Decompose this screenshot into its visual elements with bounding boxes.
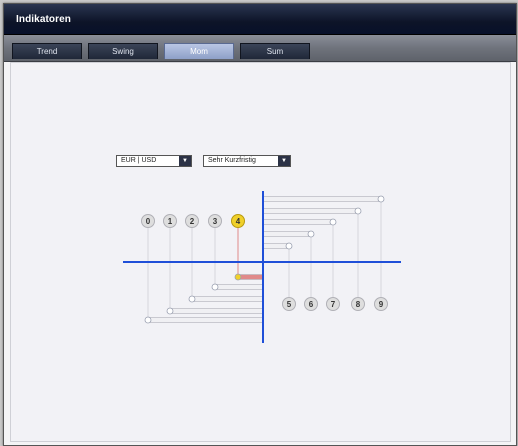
title-bar: Indikatoren bbox=[4, 4, 516, 35]
tab-mom[interactable]: Mom bbox=[164, 43, 234, 59]
momentum-bar bbox=[262, 231, 312, 237]
momentum-bar bbox=[214, 284, 264, 290]
indicator-marker-label: 7 bbox=[331, 300, 336, 309]
bar-end-dot bbox=[354, 207, 362, 215]
indicator-marker-label: 1 bbox=[168, 217, 173, 226]
tab-trend[interactable]: Trend bbox=[12, 43, 82, 59]
momentum-bar bbox=[262, 219, 334, 225]
bar-end-dot bbox=[307, 230, 315, 238]
indicator-marker-label: 5 bbox=[287, 300, 292, 309]
momentum-bar bbox=[262, 196, 382, 202]
momentum-bar bbox=[169, 308, 264, 314]
indicator-marker-label: 8 bbox=[356, 300, 361, 309]
tab-swing[interactable]: Swing bbox=[88, 43, 158, 59]
indicator-marker-label: 3 bbox=[213, 217, 218, 226]
momentum-bar bbox=[237, 274, 264, 280]
momentum-diagram: 0 1 2 3 4 5 6 7 8 9 bbox=[123, 191, 401, 343]
bar-end-dot bbox=[166, 307, 174, 315]
indicators-window: Indikatoren Trend Swing Mom Sum EUR | US… bbox=[3, 3, 517, 446]
window-title: Indikatoren bbox=[16, 14, 71, 25]
indicator-marker-label: 9 bbox=[379, 300, 384, 309]
momentum-bar bbox=[147, 317, 264, 323]
indicator-marker-label: 4 bbox=[236, 217, 241, 226]
bar-end-dot bbox=[377, 195, 385, 203]
tab-bar: Trend Swing Mom Sum bbox=[4, 35, 516, 62]
indicator-marker-label: 0 bbox=[146, 217, 151, 226]
bar-end-dot bbox=[329, 218, 337, 226]
indicator-marker-label: 6 bbox=[309, 300, 314, 309]
bar-end-dot bbox=[285, 242, 293, 250]
indicator-panel: EUR | USD ▼ Sehr Kurzfristig ▼ 012345678… bbox=[10, 62, 511, 442]
bar-end-dot bbox=[234, 273, 242, 281]
indicator-marker-label: 2 bbox=[190, 217, 195, 226]
bar-end-dot bbox=[144, 316, 152, 324]
momentum-bar bbox=[262, 208, 359, 214]
tab-sum[interactable]: Sum bbox=[240, 43, 310, 59]
bar-end-dot bbox=[211, 283, 219, 291]
momentum-bar bbox=[262, 243, 290, 249]
momentum-bar bbox=[191, 296, 264, 302]
bar-end-dot bbox=[188, 295, 196, 303]
